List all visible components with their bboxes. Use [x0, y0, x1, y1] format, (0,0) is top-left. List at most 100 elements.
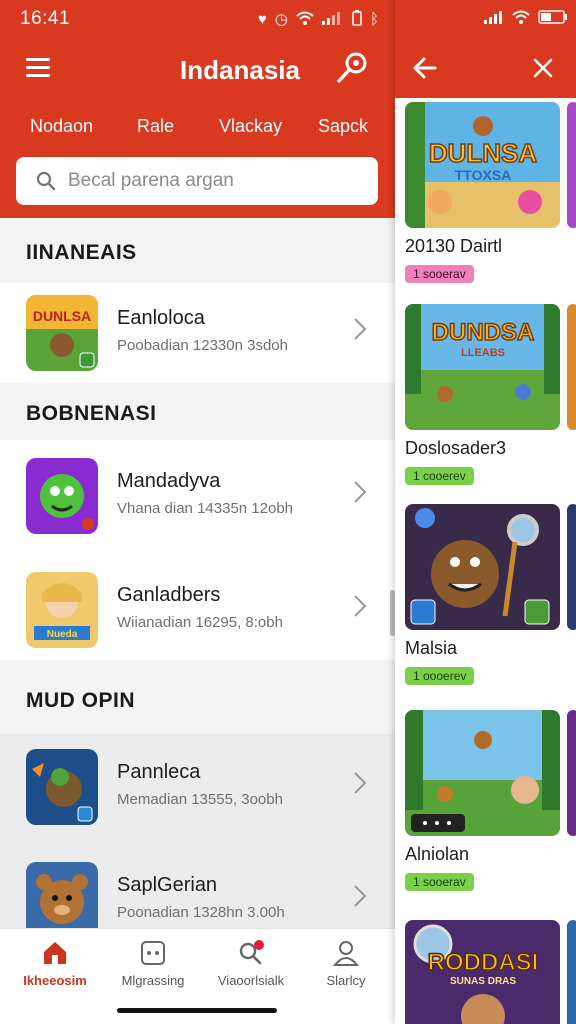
tab-sapck[interactable]: Sapck — [318, 116, 368, 137]
card-badge: 1 sooerav — [405, 265, 474, 283]
nav-label: Ikheeosim — [23, 973, 87, 988]
item-subtitle: Vhana dian 14335n 12obh — [117, 500, 294, 517]
game-card[interactable]: RODDASI SUNAS DRAS — [405, 920, 560, 1024]
game-thumbnail: Nueda — [26, 572, 98, 648]
game-card[interactable]: DUNDSA LLEABS Doslosader3 1 cooerev — [405, 304, 560, 485]
card-art-subtitle: LLEABS — [461, 347, 505, 359]
wifi-icon — [512, 10, 530, 24]
game-thumbnail — [26, 458, 98, 534]
search-icon — [36, 171, 56, 191]
list-item[interactable]: Mandadyva Vhana dian 14335n 12obh — [0, 446, 395, 546]
nav-label: Viaoorlsialk — [217, 973, 285, 988]
grid-icon — [141, 941, 165, 965]
item-title: SaplGerian — [117, 874, 218, 896]
home-icon — [44, 942, 66, 964]
chevron-right-icon — [354, 481, 367, 503]
item-subtitle: Memadian 13555, 3oobh — [117, 791, 283, 808]
section-heading: MUD OPIN — [26, 689, 135, 712]
status-icons — [484, 10, 568, 24]
bluetooth-icon: ᛒ — [369, 11, 379, 28]
next-card-peek — [567, 304, 576, 430]
side-panel: DULNSA TTOXSA 20130 Dairtl 1 sooerav DUND… — [395, 0, 576, 1024]
game-cover: DUNDSA LLEABS — [405, 304, 560, 430]
notification-icon: ♥ — [257, 11, 267, 28]
chevron-right-icon — [354, 595, 367, 617]
tab-nodaon[interactable]: Nodaon — [30, 116, 93, 137]
card-art-title: RODDASI — [428, 949, 539, 976]
card-art-title: DUNDSA — [432, 319, 535, 346]
close-icon[interactable] — [531, 56, 555, 80]
game-cover — [405, 504, 560, 630]
next-card-peek — [567, 920, 576, 1024]
chevron-right-icon — [354, 318, 367, 340]
nav-label: Mlgrassing — [121, 973, 185, 988]
side-panel-header — [395, 0, 576, 98]
alarm-icon: ◷ — [274, 11, 288, 28]
svg-text:Nueda: Nueda — [47, 629, 78, 640]
back-arrow-icon[interactable] — [411, 54, 439, 82]
card-badge: 1 cooerev — [405, 467, 474, 485]
svg-text:DUNLSA: DUNLSA — [33, 308, 91, 324]
app-header: 16:41 ♥ ◷ ᛒ Indanasia Nodaon Rale Vlacka… — [0, 0, 395, 218]
item-title: Ganladbers — [117, 584, 221, 606]
battery-icon — [352, 10, 362, 30]
card-title: Doslosader3 — [405, 438, 507, 458]
tab-rale[interactable]: Rale — [137, 116, 174, 137]
game-card[interactable]: Alniolan 1 sooerav — [405, 710, 560, 891]
card-title: Alniolan — [405, 844, 470, 864]
signal-icon — [484, 11, 502, 24]
chevron-right-icon — [354, 885, 367, 907]
nav-home[interactable]: Ikheeosim — [6, 929, 104, 1024]
item-subtitle: Poobadian 12330n 3sdoh — [117, 337, 288, 354]
item-title: Mandadyva — [117, 470, 221, 492]
item-subtitle: Wiianadian 16295, 8:obh — [117, 614, 283, 631]
game-cover: DULNSA TTOXSA — [405, 102, 560, 228]
game-thumbnail — [26, 862, 98, 938]
game-thumbnail: DUNLSA — [26, 295, 98, 371]
list-item[interactable]: Pannleca Memadian 13555, 3oobh — [0, 737, 395, 837]
list-item[interactable]: DUNLSA Eanloloca Poobadian 12330n 3sdoh — [0, 283, 395, 383]
menu-icon[interactable] — [26, 58, 50, 78]
search-icon[interactable] — [334, 50, 370, 86]
next-card-peek — [567, 504, 576, 630]
page-title: Indanasia — [180, 55, 300, 85]
game-card[interactable]: Malsia 1 oooerev — [405, 504, 560, 685]
card-title: 20130 Dairtl — [405, 236, 503, 256]
nav-label: Slarlcy — [326, 973, 366, 988]
game-thumbnail — [26, 749, 98, 825]
status-time: 16:41 — [20, 8, 71, 29]
search-notification-icon — [239, 940, 264, 965]
battery-icon — [538, 10, 567, 24]
card-badge: 1 sooerav — [405, 873, 474, 891]
section-heading: BOBNENASI — [26, 402, 157, 425]
main-panel: 16:41 ♥ ◷ ᛒ Indanasia Nodaon Rale Vlacka… — [0, 0, 395, 1024]
app-screen: 16:41 ♥ ◷ ᛒ Indanasia Nodaon Rale Vlacka… — [0, 0, 576, 1024]
home-indicator — [117, 1008, 277, 1013]
item-title: Eanloloca — [117, 307, 205, 329]
list-item[interactable]: Nueda Ganladbers Wiianadian 16295, 8:obh — [0, 560, 395, 660]
game-card[interactable]: DULNSA TTOXSA 20130 Dairtl 1 sooerav — [405, 102, 560, 283]
game-cover: RODDASI SUNAS DRAS — [405, 920, 560, 1024]
item-title: Pannleca — [117, 761, 201, 783]
card-badge: 1 oooerev — [405, 667, 475, 685]
card-art-subtitle: TTOXSA — [455, 167, 512, 183]
wifi-icon — [296, 11, 314, 29]
item-subtitle: Poonadian 1328hn 3.00h — [117, 904, 285, 921]
chevron-right-icon — [354, 772, 367, 794]
nav-profile[interactable]: Slarlcy — [297, 929, 395, 1024]
search-bar — [16, 157, 378, 205]
search-input[interactable] — [68, 170, 348, 192]
next-card-peek — [567, 710, 576, 836]
section-heading: IINANEAIS — [26, 241, 137, 264]
next-card-peek — [567, 102, 576, 228]
top-tabs: Nodaon Rale Vlackay Sapck — [0, 116, 395, 140]
card-art-subtitle: SUNAS DRAS — [450, 976, 516, 987]
signal-icon — [321, 11, 344, 29]
person-icon — [332, 941, 360, 966]
game-cover — [405, 710, 560, 836]
tab-vlackay[interactable]: Vlackay — [219, 116, 282, 137]
status-bar: 16:41 ♥ ◷ ᛒ — [0, 0, 395, 36]
card-title: Malsia — [405, 638, 458, 658]
card-art-title: DULNSA — [429, 138, 538, 168]
status-icons: ♥ ◷ ᛒ — [258, 10, 379, 30]
